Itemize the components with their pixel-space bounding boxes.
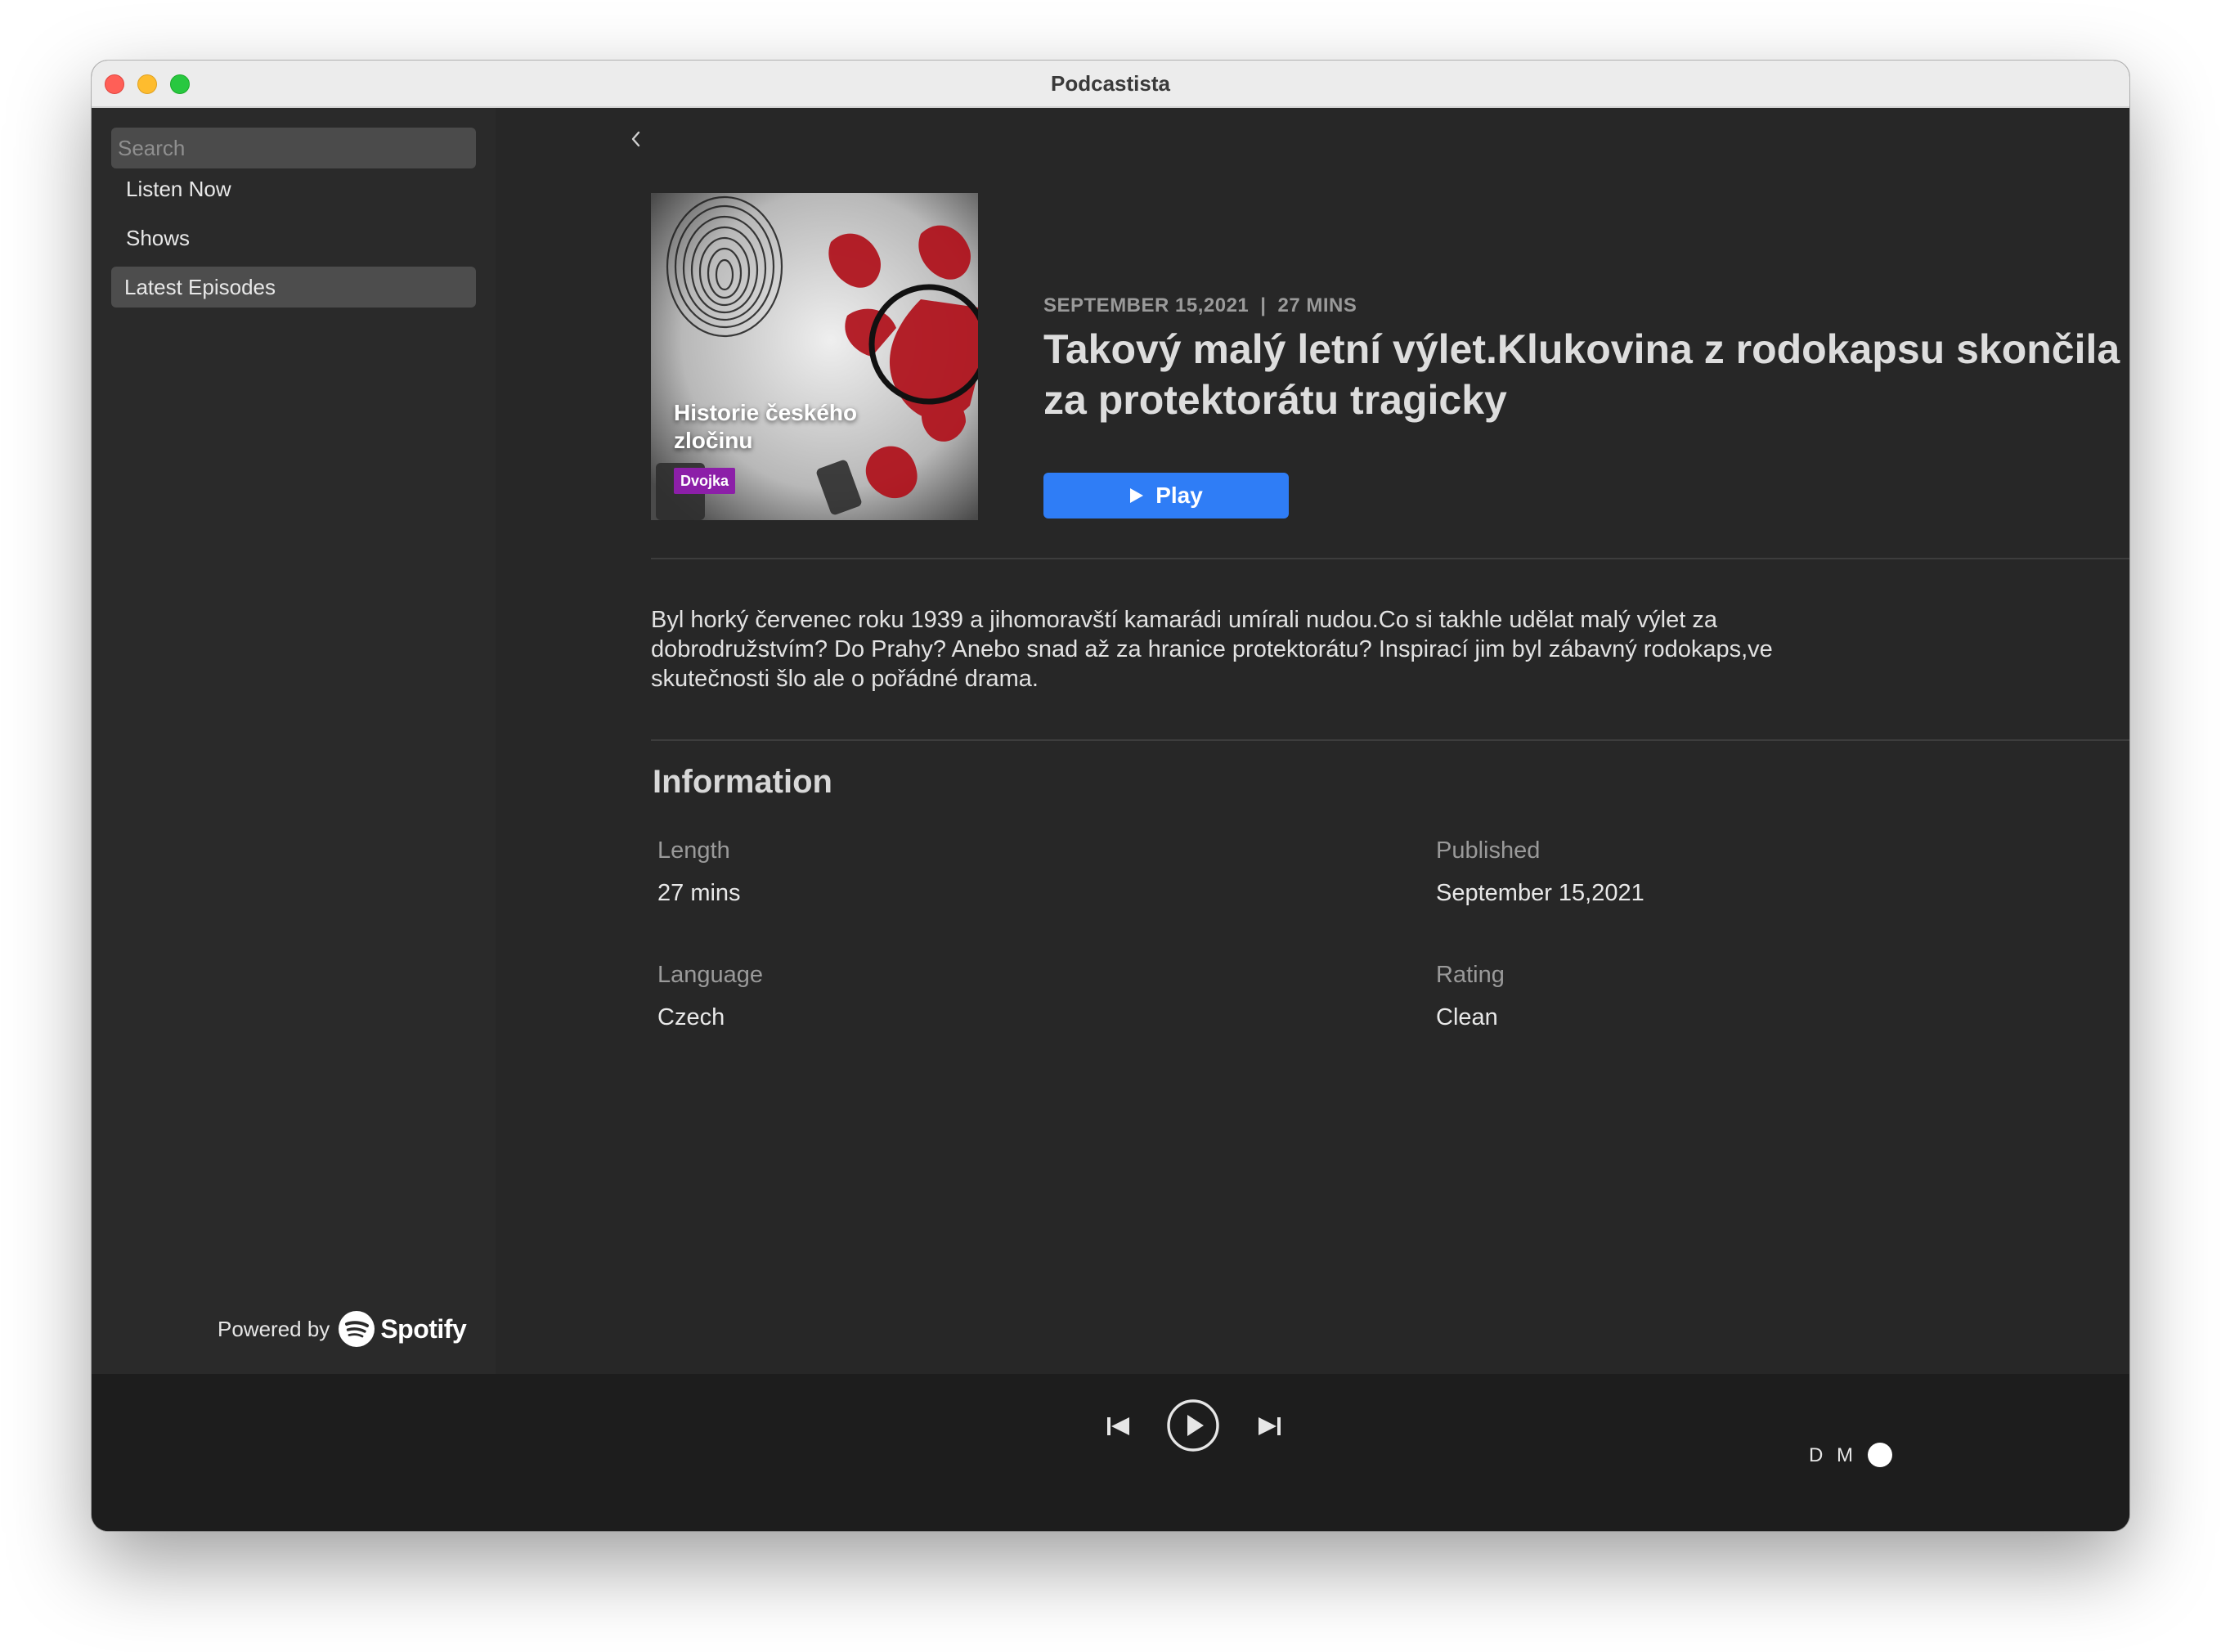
episode-title: Takový malý letní výlet.Klukovina z rodo… bbox=[1043, 326, 2120, 423]
spotify-logo: Spotify bbox=[338, 1310, 467, 1348]
previous-button[interactable] bbox=[1102, 1410, 1135, 1443]
meta-separator: | bbox=[1260, 294, 1267, 316]
language-value: Czech bbox=[657, 1004, 725, 1030]
information-heading: Information bbox=[653, 764, 832, 800]
toggle-label-m: M bbox=[1837, 1444, 1853, 1466]
sidebar-item-latest-episodes[interactable]: Latest Episodes bbox=[111, 267, 476, 308]
artwork-show-title: Historie českého zločinu bbox=[674, 400, 858, 453]
app-window: Podcastista Listen Now Shows Latest Epis… bbox=[92, 61, 2129, 1531]
sidebar-item-label: Latest Episodes bbox=[124, 274, 276, 299]
play-button[interactable]: Play bbox=[1043, 473, 1289, 518]
search-field[interactable] bbox=[111, 128, 476, 168]
play-pause-button[interactable] bbox=[1164, 1397, 1222, 1454]
published-label: Published bbox=[1436, 837, 1541, 864]
sidebar-item-label: Shows bbox=[126, 225, 191, 250]
rating-label: Rating bbox=[1436, 962, 1505, 988]
next-button[interactable] bbox=[1253, 1410, 1285, 1443]
next-icon bbox=[1259, 1417, 1281, 1435]
divider bbox=[651, 558, 2129, 559]
title-bar: Podcastista bbox=[92, 61, 2129, 108]
episode-meta: SEPTEMBER 15,2021 | 27 MINS bbox=[1043, 294, 1357, 317]
powered-by-spotify: Powered by Spotify bbox=[218, 1310, 467, 1348]
back-button[interactable] bbox=[623, 121, 648, 157]
episode-detail: Historie českého zločinu Dvojka SEPTEMBE… bbox=[496, 108, 2129, 1374]
length-value: 27 mins bbox=[657, 880, 741, 906]
toggle-label-d: D bbox=[1809, 1444, 1824, 1466]
episode-date: SEPTEMBER 15,2021 bbox=[1043, 294, 1250, 316]
episode-description: Byl horký červenec roku 1939 a jihomorav… bbox=[651, 607, 1773, 692]
search-input[interactable] bbox=[116, 134, 471, 162]
badge-label: Dvojka bbox=[680, 472, 729, 489]
previous-icon bbox=[1107, 1417, 1129, 1435]
sidebar: Listen Now Shows Latest Episodes Powered… bbox=[92, 108, 496, 1374]
sidebar-item-label: Listen Now bbox=[126, 176, 231, 201]
sidebar-item-shows[interactable]: Shows bbox=[111, 218, 476, 258]
rating-value: Clean bbox=[1436, 1004, 1498, 1030]
length-label: Length bbox=[657, 837, 730, 864]
artwork-network-badge: Dvojka bbox=[674, 468, 736, 494]
episode-artwork: Historie českého zločinu Dvojka bbox=[651, 193, 978, 520]
dark-mode-toggle[interactable] bbox=[1868, 1443, 1892, 1467]
language-label: Language bbox=[657, 962, 764, 988]
play-icon bbox=[1129, 487, 1144, 504]
published-value: September 15,2021 bbox=[1436, 880, 1644, 906]
window-title: Podcastista bbox=[1051, 71, 1170, 96]
play-button-label: Play bbox=[1155, 483, 1203, 508]
chevron-left-icon bbox=[631, 131, 640, 147]
divider bbox=[651, 739, 2129, 741]
sidebar-item-listen-now[interactable]: Listen Now bbox=[111, 168, 476, 209]
episode-duration: 27 MINS bbox=[1277, 294, 1357, 316]
player-bar: D M bbox=[92, 1374, 2129, 1531]
spotify-wordmark: Spotify bbox=[380, 1313, 467, 1344]
play-circle-icon bbox=[1167, 1399, 1219, 1452]
powered-by-label: Powered by bbox=[218, 1316, 330, 1341]
spotify-icon bbox=[339, 1311, 375, 1347]
